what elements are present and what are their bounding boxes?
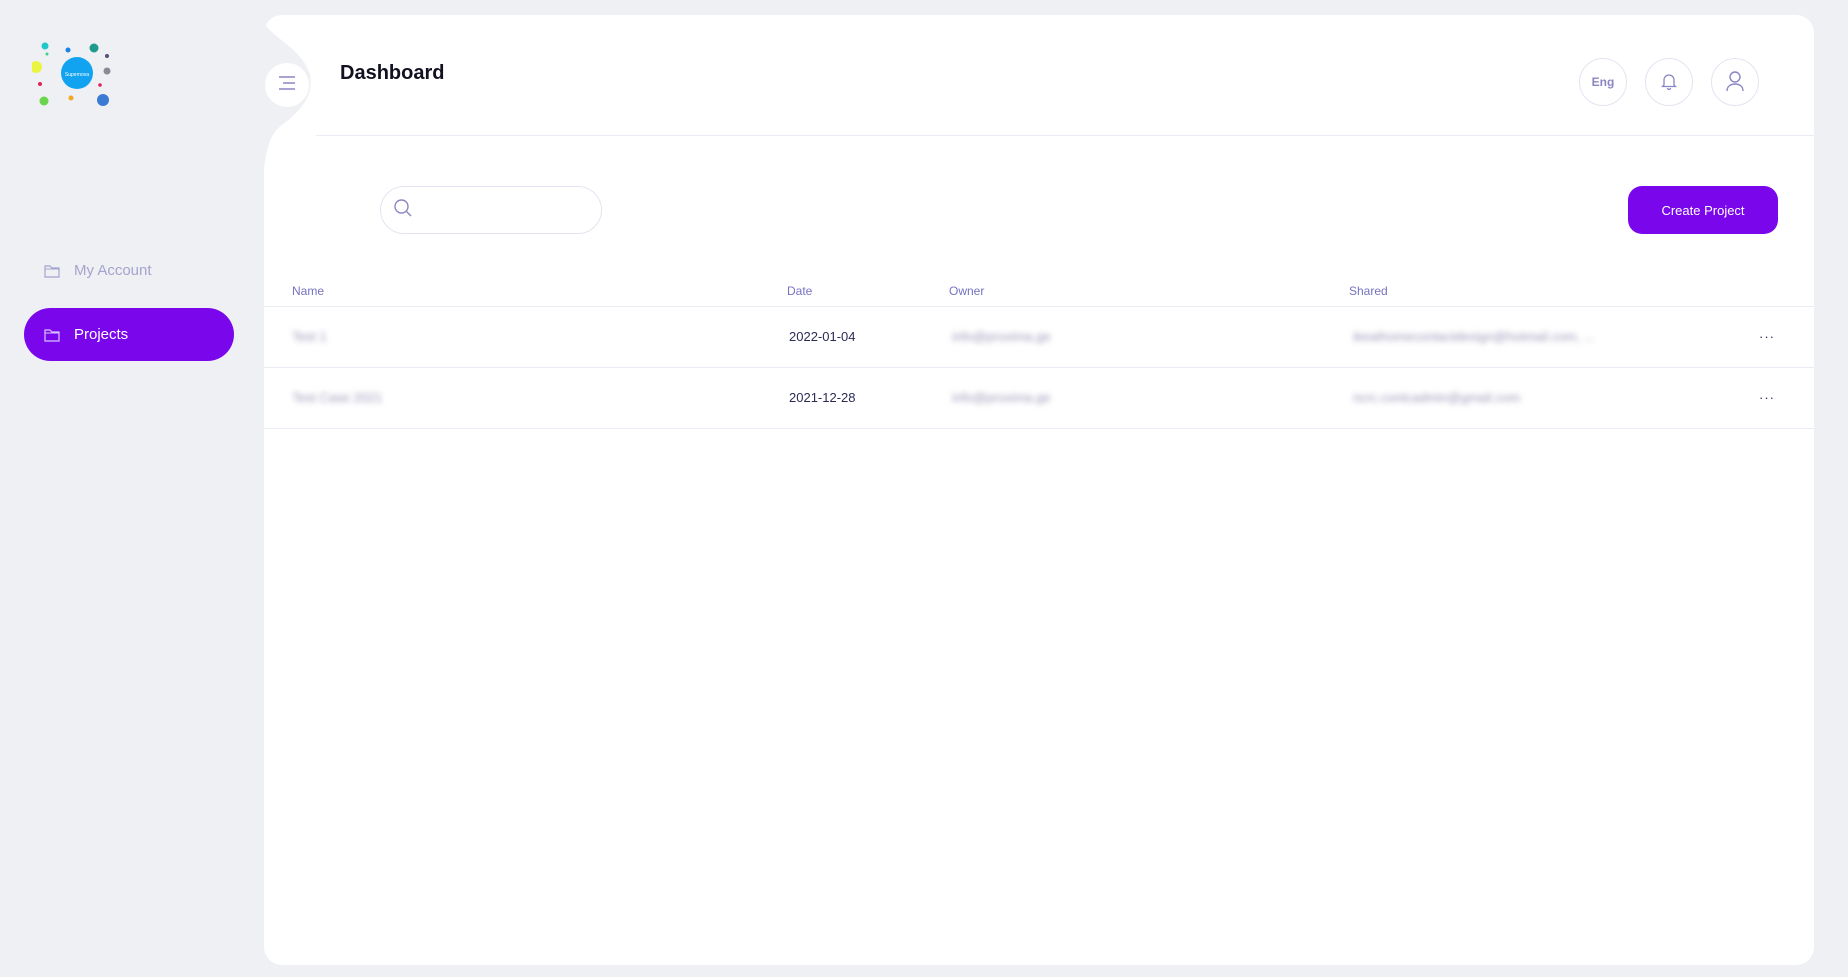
- notifications-button[interactable]: [1645, 58, 1693, 106]
- sidebar: Supernova My Account Projects: [0, 0, 264, 977]
- project-owner: info@proxima.ge: [952, 390, 1051, 405]
- language-button[interactable]: Eng: [1579, 58, 1627, 106]
- menu-toggle-button[interactable]: [265, 63, 309, 107]
- column-header-name[interactable]: Name: [292, 284, 324, 298]
- user-profile-button[interactable]: [1711, 58, 1759, 106]
- search-input[interactable]: [421, 195, 591, 225]
- project-date: 2021-12-28: [789, 390, 856, 405]
- more-options-icon[interactable]: ···: [1755, 329, 1779, 353]
- bell-icon: [1660, 72, 1678, 93]
- create-project-button[interactable]: Create Project: [1628, 186, 1778, 234]
- sidebar-item-projects[interactable]: Projects: [24, 308, 234, 361]
- projects-table: Name Date Owner Shared Test 1 2022-01-04…: [264, 277, 1814, 429]
- logo-text: Supernova: [65, 72, 89, 78]
- table-header: Name Date Owner Shared: [264, 277, 1814, 307]
- folder-icon: [44, 326, 62, 344]
- column-header-owner[interactable]: Owner: [949, 284, 984, 298]
- sidebar-item-my-account[interactable]: My Account: [24, 244, 234, 297]
- hamburger-icon: [277, 75, 297, 96]
- table-row[interactable]: Test 1 2022-01-04 info@proxima.ge ikeath…: [264, 307, 1814, 368]
- project-owner: info@proxima.ge: [952, 329, 1051, 344]
- sidebar-item-label: Projects: [74, 326, 129, 343]
- folder-icon: [44, 262, 62, 280]
- project-shared: ncrc.contcadmin@gmail.com: [1353, 390, 1521, 405]
- project-name[interactable]: Test 1: [292, 329, 327, 344]
- column-header-shared[interactable]: Shared: [1349, 284, 1388, 298]
- project-shared: ikeathomecontactdesign@hotmail.com, ...: [1353, 329, 1595, 344]
- user-icon: [1725, 70, 1745, 95]
- page-title: Dashboard: [340, 62, 445, 84]
- more-options-icon[interactable]: ···: [1755, 390, 1779, 414]
- column-header-date[interactable]: Date: [787, 284, 812, 298]
- table-row[interactable]: Test Case 2021 2021-12-28 info@proxima.g…: [264, 368, 1814, 429]
- search-icon: [393, 198, 413, 223]
- app-logo[interactable]: Supernova: [30, 40, 124, 130]
- sidebar-item-label: My Account: [74, 262, 152, 279]
- project-date: 2022-01-04: [789, 329, 856, 344]
- project-name[interactable]: Test Case 2021: [292, 390, 382, 405]
- search-box[interactable]: [380, 186, 602, 234]
- header-divider: [316, 135, 1814, 136]
- main-panel: Dashboard Eng Create Project Name Date O…: [264, 15, 1814, 965]
